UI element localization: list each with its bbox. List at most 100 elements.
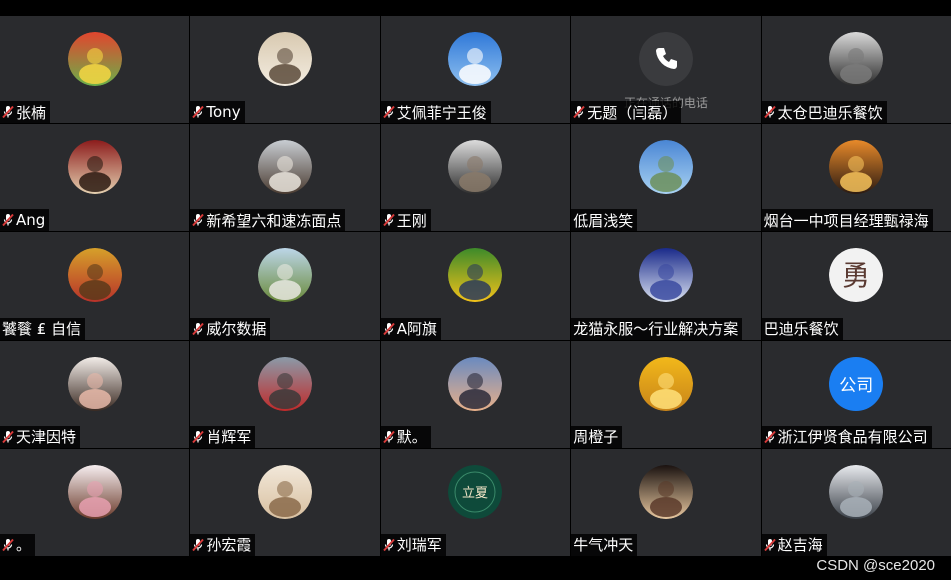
nameplate: Tony xyxy=(190,101,245,124)
participant-tile[interactable]: 周橙子 xyxy=(571,340,761,448)
participant-tile[interactable]: A阿旗 xyxy=(380,232,571,340)
dog-photo-avatar xyxy=(258,32,313,86)
participant-tile[interactable]: Ang xyxy=(0,124,190,232)
participant-name: 。 xyxy=(16,536,32,555)
mic-muted-icon xyxy=(192,322,205,335)
bridge-photo-avatar xyxy=(258,356,313,411)
participant-tile[interactable]: 。 xyxy=(0,448,190,556)
participant-grid: 张楠 Tony 艾佩菲宁王俊 正在通话的电话无题（闫磊） 太仓巴迪乐餐饮 Ang 新希望六和… xyxy=(0,16,951,556)
lion-dance-photo-avatar xyxy=(67,248,122,303)
participant-tile[interactable]: 低眉浅笑 xyxy=(571,124,761,232)
participant-tile[interactable]: 龙猫永服～行业解决方案 xyxy=(571,232,761,340)
mic-muted-icon xyxy=(383,106,395,119)
participant-name: 饕餮 ₤ 自信 xyxy=(2,320,82,339)
beach-sunset-photo-avatar xyxy=(448,356,503,411)
mic-muted-icon xyxy=(763,106,776,119)
participant-name: 王刚 xyxy=(396,211,427,230)
nameplate: 巴迪乐餐饮 xyxy=(761,317,843,340)
poster-lixia-avatar: 立夏 xyxy=(448,464,503,519)
mic-muted-icon xyxy=(192,538,205,552)
participant-tile[interactable]: 新希望六和速冻面点 xyxy=(190,124,380,232)
mountain-lake-avatar xyxy=(829,464,884,519)
nameplate: 肖辉军 xyxy=(190,425,256,448)
participant-tile[interactable]: 天津因特 xyxy=(0,340,190,448)
calligraphy-logo-avatar: 勇 xyxy=(829,248,884,303)
mic-muted-icon xyxy=(2,538,14,552)
participant-name: 默。 xyxy=(396,428,427,447)
hand-drawing-avatar xyxy=(258,464,313,519)
participant-tile[interactable]: 赵吉海 xyxy=(761,448,951,556)
participant-tile[interactable]: 正在通话的电话无题（闫磊） xyxy=(571,16,761,124)
participant-tile[interactable]: 烟台一中项目经理甄禄海 xyxy=(761,124,951,232)
participant-name: 龙猫永服～行业解决方案 xyxy=(573,320,739,339)
participant-name: 天津因特 xyxy=(16,428,77,447)
svg-text:勇: 勇 xyxy=(842,259,870,292)
nameplate: Ang xyxy=(0,209,50,232)
participant-tile[interactable]: 孙宏霞 xyxy=(190,448,380,556)
participant-tile[interactable]: Tony xyxy=(190,16,380,124)
nameplate: 龙猫永服～行业解决方案 xyxy=(571,317,743,340)
participant-name: 赵吉海 xyxy=(777,536,823,555)
participant-tile[interactable]: 公司浙江伊贤食品有限公司 xyxy=(761,340,951,448)
participant-tile[interactable]: 牛气冲天 xyxy=(571,448,761,556)
mic-muted-icon xyxy=(192,214,205,227)
man-photo-avatar xyxy=(448,140,503,195)
participant-name: A阿旗 xyxy=(396,320,438,339)
nameplate: 刘瑞军 xyxy=(380,533,446,556)
sky-clouds-photo-avatar xyxy=(638,140,693,195)
participant-name: 新希望六和速冻面点 xyxy=(206,211,342,230)
participant-tile[interactable]: 肖辉军 xyxy=(190,340,380,448)
mic-muted-icon xyxy=(763,538,776,552)
mic-muted-icon xyxy=(383,538,395,552)
participant-tile[interactable]: 默。 xyxy=(380,340,571,448)
person-photo-avatar xyxy=(829,32,884,86)
nameplate: 烟台一中项目经理甄禄海 xyxy=(761,209,933,232)
child-photo-avatar xyxy=(448,248,503,303)
mic-muted-icon xyxy=(192,106,205,119)
food-photo-avatar xyxy=(67,140,122,195)
nameplate: 周橙子 xyxy=(571,425,623,448)
orange-pattern-avatar xyxy=(638,356,693,411)
woman-portrait-photo-avatar xyxy=(67,356,122,411)
nameplate: 张楠 xyxy=(0,101,51,124)
company-text-avatar: 公司 xyxy=(829,356,884,411)
mic-muted-icon xyxy=(2,106,14,119)
sky-photo-avatar xyxy=(448,32,503,86)
event-photo-avatar xyxy=(638,248,693,303)
dark-portrait-avatar xyxy=(638,464,693,519)
tree-photo-avatar xyxy=(258,248,313,303)
nameplate: 新希望六和速冻面点 xyxy=(190,209,346,232)
participant-tile[interactable]: 太仓巴迪乐餐饮 xyxy=(761,16,951,124)
nameplate: A阿旗 xyxy=(380,317,442,340)
nameplate: 浙江伊贤食品有限公司 xyxy=(761,425,932,448)
participant-name: 张楠 xyxy=(16,103,47,122)
participant-tile[interactable]: 立夏刘瑞军 xyxy=(380,448,571,556)
nameplate: 赵吉海 xyxy=(761,533,827,556)
nameplate: 低眉浅笑 xyxy=(571,209,638,232)
participant-tile[interactable]: 威尔数据 xyxy=(190,232,380,340)
nameplate: 威尔数据 xyxy=(190,317,271,340)
fruit-photo-avatar xyxy=(67,32,122,86)
nameplate: 王刚 xyxy=(380,209,431,232)
nameplate: 。 xyxy=(0,533,36,556)
participant-tile[interactable]: 王刚 xyxy=(380,124,571,232)
participant-name: 无题（闫磊） xyxy=(587,103,678,122)
anime-girl-avatar xyxy=(67,464,122,519)
participant-tile[interactable]: 张楠 xyxy=(0,16,190,124)
nameplate: 天津因特 xyxy=(0,425,81,448)
dolphin-sunset-photo-avatar xyxy=(829,140,884,195)
mic-muted-icon xyxy=(383,430,395,443)
participant-tile[interactable]: 艾佩菲宁王俊 xyxy=(380,16,571,124)
participant-name: 孙宏霞 xyxy=(206,536,252,555)
participant-tile[interactable]: 勇巴迪乐餐饮 xyxy=(761,232,951,340)
participant-tile[interactable]: 饕餮 ₤ 自信 xyxy=(0,232,190,340)
mic-muted-icon xyxy=(573,106,585,119)
nameplate: 太仓巴迪乐餐饮 xyxy=(761,101,887,124)
svg-text:立夏: 立夏 xyxy=(462,486,488,501)
nameplate: 孙宏霞 xyxy=(190,533,256,556)
mic-muted-icon xyxy=(2,214,14,227)
participant-name: 太仓巴迪乐餐饮 xyxy=(777,103,883,122)
mic-muted-icon xyxy=(763,430,776,443)
participant-name: 周橙子 xyxy=(573,428,619,447)
participant-name: Ang xyxy=(16,211,46,230)
